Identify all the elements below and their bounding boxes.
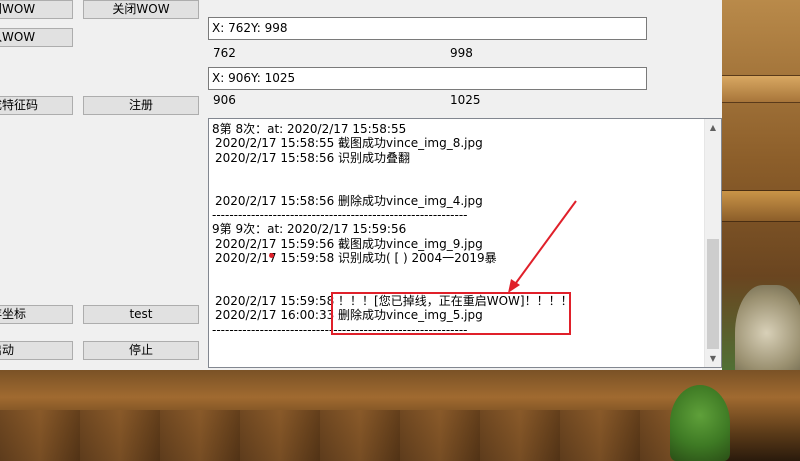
- test-button[interactable]: test: [83, 305, 199, 324]
- coordinate-field-2[interactable]: X: 906Y: 1025: [208, 67, 647, 90]
- log-scrollbar[interactable]: ▲ ▼: [704, 119, 721, 367]
- log-line: 2020/2/17 15:58:56 识别成功叠翻: [215, 150, 411, 165]
- stop-button[interactable]: 停止: [83, 341, 199, 360]
- enter-wow-label: 入WOW: [0, 30, 36, 44]
- close-wow-button[interactable]: 关闭WOW: [83, 0, 199, 19]
- close-wow-label: 关闭WOW: [112, 2, 170, 16]
- scroll-down-arrow-icon[interactable]: ▼: [705, 350, 721, 367]
- coordinate-x-2: 906: [213, 93, 236, 107]
- generate-signature-label: 成特征码: [0, 98, 39, 112]
- log-line: 2020/2/17 15:58:55 截图成功vince_img_8.jpg: [215, 136, 483, 151]
- coordinate-y-1: 998: [450, 46, 473, 60]
- game-floor: [0, 410, 700, 461]
- log-line: 9第 9次：at: 2020/2/17 15:59:56: [212, 222, 407, 237]
- save-coordinates-button[interactable]: 存坐标: [0, 305, 73, 324]
- log-line: 8第 8次：at: 2020/2/17 15:58:55: [212, 122, 407, 136]
- register-label: 注册: [128, 98, 153, 112]
- annotation-highlight-box: [331, 292, 571, 335]
- game-character-orc: [670, 385, 730, 461]
- launch-wow-button[interactable]: 到WOW: [0, 0, 73, 19]
- log-line: ----------------------------------------…: [212, 208, 468, 223]
- coordinate-x-1: 762: [213, 46, 236, 60]
- register-button[interactable]: 注册: [83, 96, 199, 115]
- save-coordinates-label: 存坐标: [0, 307, 27, 321]
- coordinate-field-1[interactable]: X: 762Y: 998: [208, 17, 647, 40]
- test-label: test: [129, 307, 153, 321]
- enter-wow-button[interactable]: 入WOW: [0, 28, 73, 47]
- log-line: 2020/2/17 15:59:58 识别成功( [ ) 2004一2019暴: [215, 251, 497, 266]
- log-line: 2020/2/17 15:58:56 删除成功vince_img_4.jpg: [215, 193, 483, 208]
- log-line: 2020/2/17 15:59:56 截图成功vince_img_9.jpg: [215, 236, 483, 251]
- scroll-up-arrow-icon[interactable]: ▲: [705, 119, 721, 136]
- game-wood-beam: [722, 75, 800, 103]
- start-button[interactable]: 启动: [0, 341, 73, 360]
- stop-label: 停止: [128, 343, 153, 357]
- game-wood-beam-lower: [722, 190, 800, 222]
- start-label: 启动: [0, 343, 15, 357]
- coordinate-y-2: 1025: [450, 93, 481, 107]
- scroll-thumb[interactable]: [707, 239, 719, 349]
- annotation-dot: [269, 253, 274, 258]
- generate-signature-button[interactable]: 成特征码: [0, 96, 73, 115]
- launch-wow-label: 到WOW: [0, 2, 36, 16]
